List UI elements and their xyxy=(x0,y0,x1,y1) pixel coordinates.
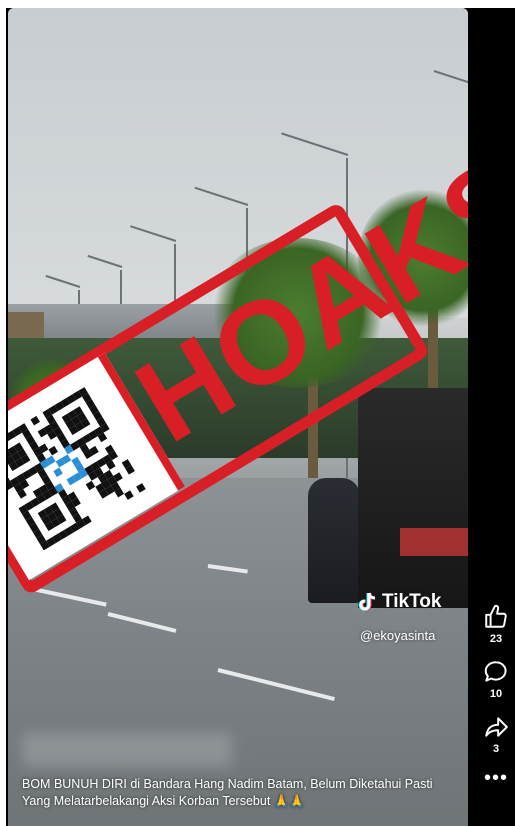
person-figure xyxy=(308,478,360,603)
like-button[interactable]: 23 xyxy=(476,604,515,645)
comment-button[interactable]: 10 xyxy=(476,659,515,700)
video-post: HOAKS TikTok @ekoyasinta BOM BUNUH DIRI … xyxy=(6,8,515,826)
vehicle-panel xyxy=(400,528,468,556)
tiktok-watermark: TikTok xyxy=(358,591,441,613)
share-count: 3 xyxy=(492,743,500,755)
thumbs-up-icon xyxy=(485,604,507,628)
tiktok-username: @ekoyasinta xyxy=(360,628,436,643)
more-dots-icon: ••• xyxy=(483,767,508,789)
tiktok-brand-text: TikTok xyxy=(382,591,442,612)
armored-vehicle xyxy=(358,388,468,608)
qr-code-pattern xyxy=(8,386,146,551)
share-button[interactable]: 3 xyxy=(476,714,515,755)
action-rail: 23 10 3 ••• xyxy=(476,604,515,797)
like-count: 23 xyxy=(489,633,503,645)
video-player[interactable]: HOAKS TikTok @ekoyasinta BOM BUNUH DIRI … xyxy=(8,8,468,826)
blurred-text xyxy=(22,733,232,767)
more-options-button[interactable]: ••• xyxy=(476,767,515,789)
comment-icon xyxy=(484,661,507,682)
comment-count: 10 xyxy=(489,688,503,700)
video-caption: BOM BUNUH DIRI di Bandara Hang Nadim Bat… xyxy=(22,777,433,808)
share-icon xyxy=(485,717,508,737)
tiktok-logo-icon xyxy=(358,592,376,611)
